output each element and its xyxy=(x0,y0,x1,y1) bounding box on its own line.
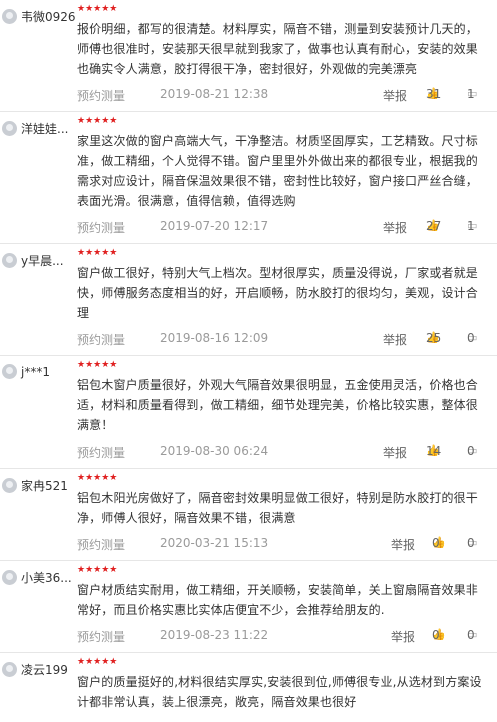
review-text: 铝包木窗户质量很好，外观大气隔音效果很明显，五金使用灵活，价格也合适，材料和质量… xyxy=(77,378,478,432)
avatar xyxy=(2,9,17,24)
review-date: 2019-08-30 06:24 xyxy=(160,444,269,458)
reviewer[interactable]: j***1 xyxy=(2,364,78,379)
reviewer[interactable]: y早晨... xyxy=(2,252,78,269)
review-date: 2019-08-16 12:09 xyxy=(160,331,269,345)
review-meta: 预约测量 2019-08-21 12:38 举报 👍 31 ▭ 1 xyxy=(77,87,489,103)
reviewer-name: j***1 xyxy=(21,364,50,379)
review-text: 窗户做工很好，特别大气上档次。型材很厚实，质量没得说，厂家或者就是快，师傅服务态… xyxy=(77,266,478,320)
rating-stars: ★★★★★ xyxy=(77,116,118,126)
rating-stars: ★★★★★ xyxy=(77,248,118,258)
comment-count: 0 xyxy=(467,444,475,458)
like-count: 31 xyxy=(426,87,442,101)
review-item: 凌云199 ★★★★★ 窗户的质量挺好的,材料很结实厚实,安装很到位,师傅很专业… xyxy=(0,653,497,722)
reviewer-name: 小美36... xyxy=(21,571,72,585)
avatar xyxy=(2,570,17,585)
review-meta: 预约测量 2019-07-20 12:17 举报 👍 27 ▭ 1 xyxy=(77,219,489,235)
reviewer[interactable]: 凌云199 xyxy=(2,661,78,678)
rating-stars: ★★★★★ xyxy=(77,4,118,14)
comment-count: 1 xyxy=(467,219,475,233)
review-text: 窗户的质量挺好的,材料很结实厚实,安装很到位,师傅很专业,从选材到方案设计都非常… xyxy=(77,675,482,709)
service-tag: 预约测量 xyxy=(77,333,126,347)
reviewer-name: 家冉521 xyxy=(21,479,68,493)
avatar xyxy=(2,662,17,677)
report-link[interactable]: 举报 xyxy=(383,87,407,104)
service-tag: 预约测量 xyxy=(77,221,126,235)
report-link[interactable]: 举报 xyxy=(391,628,415,645)
reviewer-name: 洋娃娃... xyxy=(21,122,69,136)
review-date: 2020-03-21 15:13 xyxy=(160,536,269,550)
review-item: j***1 ★★★★★ 铝包木窗户质量很好，外观大气隔音效果很明显，五金使用灵活… xyxy=(0,356,497,469)
review-item: 韦微0926 ★★★★★ 报价明细，都写的很清楚。材料厚实，隔音不错，测量到安装… xyxy=(0,0,497,112)
reviewer[interactable]: 洋娃娃... xyxy=(2,120,78,137)
comment-count: 0 xyxy=(467,536,475,550)
review-date: 2019-07-20 12:17 xyxy=(160,219,269,233)
review-meta: 预约测量 2019-08-16 12:09 举报 👍 25 ▭ 0 xyxy=(77,331,489,347)
avatar xyxy=(2,253,17,268)
report-link[interactable]: 举报 xyxy=(383,331,407,348)
review-meta: 预约测量 2019-08-23 11:22 举报 👍 0 ▭ 0 xyxy=(77,628,489,644)
rating-stars: ★★★★★ xyxy=(77,360,118,370)
review-item: 洋娃娃... ★★★★★ 家里这次做的窗户高端大气，干净整洁。材质坚固厚实，工艺… xyxy=(0,112,497,244)
comment-count: 0 xyxy=(467,628,475,642)
report-link[interactable]: 举报 xyxy=(383,219,407,236)
like-count: 0 xyxy=(432,628,440,642)
review-text: 家里这次做的窗户高端大气，干净整洁。材质坚固厚实，工艺精致。尺寸标准，做工精细，… xyxy=(77,134,478,208)
avatar xyxy=(2,121,17,136)
review-text: 报价明细，都写的很清楚。材料厚实，隔音不错，测量到安装预计几天的，师傅也很准时，… xyxy=(77,22,478,76)
reviewer[interactable]: 韦微0926 xyxy=(2,8,78,25)
avatar xyxy=(2,364,17,379)
comment-count: 1 xyxy=(467,87,475,101)
service-tag: 预约测量 xyxy=(77,630,126,644)
review-item: 家冉521 ★★★★★ 铝包木阳光房做好了，隔音密封效果明显做工很好，特别是防水… xyxy=(0,469,497,561)
report-link[interactable]: 举报 xyxy=(391,536,415,553)
review-text: 窗户材质结实耐用，做工精细，开关顺畅，安装简单，关上窗扇隔音效果非常好，而且价格… xyxy=(77,583,478,617)
review-item: 小美36... ★★★★★ 窗户材质结实耐用，做工精细，开关顺畅，安装简单，关上… xyxy=(0,561,497,653)
comment-count: 0 xyxy=(467,331,475,345)
reviewer-name: 凌云199 xyxy=(21,663,68,677)
avatar xyxy=(2,478,17,493)
like-count: 0 xyxy=(432,536,440,550)
review-text: 铝包木阳光房做好了，隔音密封效果明显做工很好，特别是防水胶打的很干净，师傅人很好… xyxy=(77,491,478,525)
service-tag: 预约测量 xyxy=(77,89,126,103)
service-tag: 预约测量 xyxy=(77,446,126,460)
like-count: 27 xyxy=(426,219,442,233)
reviewer[interactable]: 小美36... xyxy=(2,569,78,586)
like-count: 14 xyxy=(426,444,442,458)
rating-stars: ★★★★★ xyxy=(77,565,118,575)
review-meta: 预约测量 2019-08-30 06:24 举报 👍 14 ▭ 0 xyxy=(77,444,489,460)
reviewer[interactable]: 家冉521 xyxy=(2,477,78,494)
like-count: 25 xyxy=(426,331,442,345)
review-item: y早晨... ★★★★★ 窗户做工很好，特别大气上档次。型材很厚实，质量没得说，… xyxy=(0,244,497,356)
service-tag: 预约测量 xyxy=(77,538,126,552)
review-date: 2019-08-21 12:38 xyxy=(160,87,269,101)
rating-stars: ★★★★★ xyxy=(77,473,118,483)
rating-stars: ★★★★★ xyxy=(77,657,118,667)
review-date: 2019-08-23 11:22 xyxy=(160,628,269,642)
reviewer-name: y早晨... xyxy=(21,254,64,268)
report-link[interactable]: 举报 xyxy=(383,444,407,461)
review-meta: 预约测量 2020-03-21 15:13 举报 👍 0 ▭ 0 xyxy=(77,536,489,552)
review-list: 韦微0926 ★★★★★ 报价明细，都写的很清楚。材料厚实，隔音不错，测量到安装… xyxy=(0,0,497,722)
reviewer-name: 韦微0926 xyxy=(21,10,76,24)
